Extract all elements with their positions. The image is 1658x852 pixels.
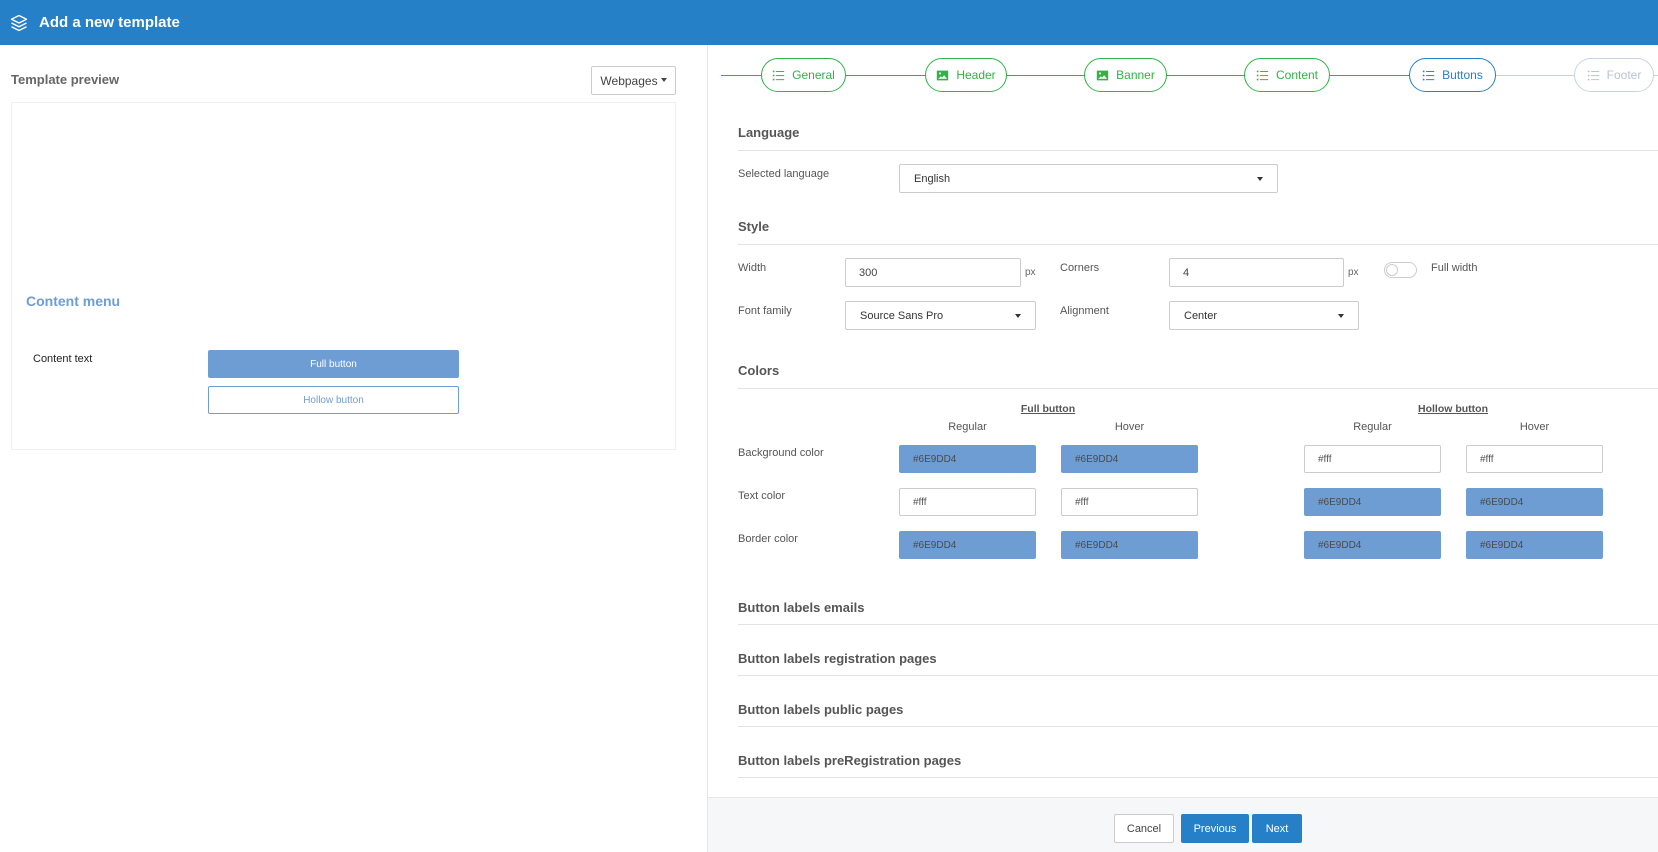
toggle-knob xyxy=(1386,264,1398,276)
webpages-dropdown-label: Webpages xyxy=(600,73,658,88)
cancel-button[interactable]: Cancel xyxy=(1114,814,1174,843)
selected-language-label: Selected language xyxy=(738,168,830,180)
language-select-value: English xyxy=(914,172,951,185)
full-button-group-heading: Full button xyxy=(1020,403,1076,415)
font-family-value: Source Sans Pro xyxy=(860,309,944,322)
webpages-dropdown[interactable]: Webpages xyxy=(591,66,676,95)
divider xyxy=(738,150,1658,151)
section-button-labels-preregistration[interactable]: Button labels preRegistration pages xyxy=(738,753,961,768)
section-button-labels-registration[interactable]: Button labels registration pages xyxy=(738,651,937,666)
divider xyxy=(738,726,1658,727)
width-label: Width xyxy=(738,262,767,274)
preview-content-menu: Content menu xyxy=(26,293,121,309)
wizard-footer: Cancel Previous Next xyxy=(708,797,1658,852)
font-family-label: Font family xyxy=(738,305,792,317)
hollow-regular-border-input[interactable]: #6E9DD4 xyxy=(1304,531,1441,559)
alignment-select[interactable]: Center xyxy=(1169,301,1359,330)
hollow-hover-text-input[interactable]: #6E9DD4 xyxy=(1466,488,1603,516)
page-title: Add a new template xyxy=(39,14,180,31)
full-regular-border-input[interactable]: #6E9DD4 xyxy=(899,531,1036,559)
divider xyxy=(738,624,1658,625)
preview-canvas: Content menu Content text Full button Ho… xyxy=(11,102,676,450)
corners-input[interactable]: 4 xyxy=(1169,258,1344,287)
corners-label: Corners xyxy=(1060,262,1100,274)
divider xyxy=(738,388,1658,389)
hollow-hover-bg-input[interactable]: #fff xyxy=(1466,445,1603,473)
full-hover-text-input[interactable]: #fff xyxy=(1061,488,1198,516)
full-regular-bg-input[interactable]: #6E9DD4 xyxy=(899,445,1036,473)
full-width-toggle[interactable] xyxy=(1384,262,1417,278)
font-family-select[interactable]: Source Sans Pro xyxy=(845,301,1036,330)
alignment-label: Alignment xyxy=(1060,305,1109,317)
layers-icon xyxy=(10,14,28,31)
full-width-label: Full width xyxy=(1431,262,1478,274)
divider xyxy=(738,675,1658,676)
full-regular-text-input[interactable]: #fff xyxy=(899,488,1036,516)
preview-title: Template preview xyxy=(11,72,120,87)
top-bar: Add a new template xyxy=(0,0,1658,45)
section-button-labels-emails[interactable]: Button labels emails xyxy=(738,600,864,615)
hollow-regular-bg-input[interactable]: #fff xyxy=(1304,445,1441,473)
caret-down-icon xyxy=(1257,177,1263,181)
template-preview-panel: Template preview Webpages Content menu C… xyxy=(0,45,708,852)
col-hover: Hover xyxy=(1519,421,1550,433)
col-regular: Regular xyxy=(1353,421,1392,433)
hollow-hover-border-input[interactable]: #6E9DD4 xyxy=(1466,531,1603,559)
divider xyxy=(738,777,1658,778)
col-regular: Regular xyxy=(948,421,987,433)
background-color-label: Background color xyxy=(738,447,824,459)
buttons-form: Language Selected language English Style… xyxy=(708,45,1658,797)
corners-unit: px xyxy=(1348,267,1359,278)
section-colors: Colors xyxy=(738,363,780,378)
col-hover: Hover xyxy=(1114,421,1145,433)
language-select[interactable]: English xyxy=(899,164,1278,193)
preview-full-button[interactable]: Full button xyxy=(208,350,459,378)
full-hover-border-input[interactable]: #6E9DD4 xyxy=(1061,531,1198,559)
caret-down-icon xyxy=(1015,314,1021,318)
preview-content-text: Content text xyxy=(33,353,93,365)
previous-button[interactable]: Previous xyxy=(1181,814,1249,843)
hollow-button-group-heading: Hollow button xyxy=(1418,403,1488,415)
hollow-regular-text-input[interactable]: #6E9DD4 xyxy=(1304,488,1441,516)
caret-down-icon xyxy=(1338,314,1344,318)
preview-hollow-button[interactable]: Hollow button xyxy=(208,386,459,414)
next-button[interactable]: Next xyxy=(1252,814,1302,843)
caret-down-icon xyxy=(660,77,667,82)
section-style: Style xyxy=(738,219,770,234)
alignment-value: Center xyxy=(1184,309,1218,322)
divider xyxy=(738,244,1658,245)
full-hover-bg-input[interactable]: #6E9DD4 xyxy=(1061,445,1198,473)
section-language: Language xyxy=(738,125,800,140)
width-input[interactable]: 300 xyxy=(845,258,1021,287)
border-color-label: Border color xyxy=(738,533,798,545)
width-unit: px xyxy=(1025,267,1036,278)
text-color-label: Text color xyxy=(738,490,786,502)
section-button-labels-public[interactable]: Button labels public pages xyxy=(738,702,903,717)
